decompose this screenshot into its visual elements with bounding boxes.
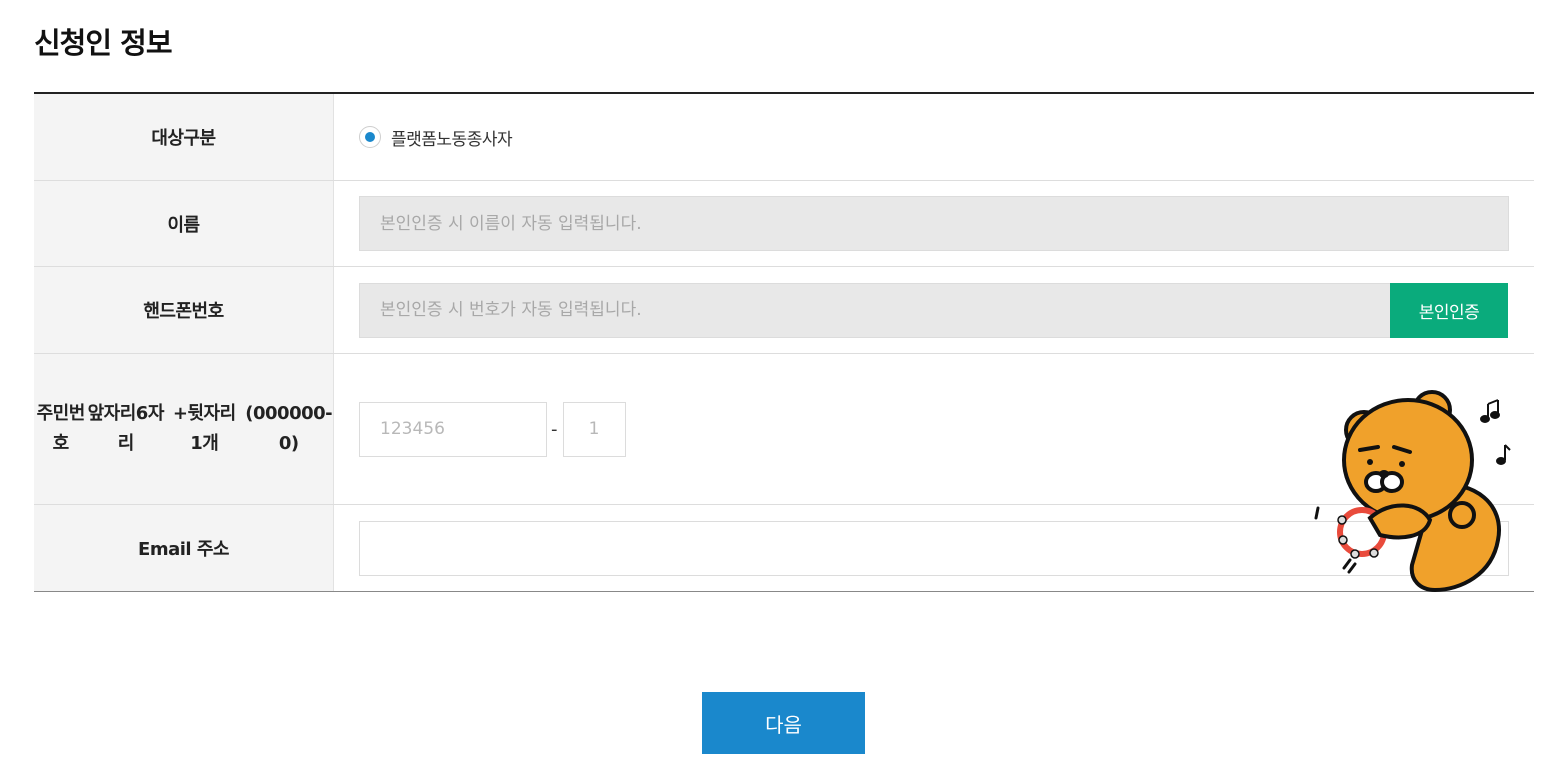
radio-button[interactable]: [359, 126, 381, 148]
row-target-type: 대상구분 플랫폼노동종사자: [34, 94, 1534, 181]
phone-label: 핸드폰번호: [34, 267, 334, 353]
email-label: Email 주소: [34, 505, 334, 591]
resident-number-label-line: (000000-0): [245, 403, 333, 454]
radio-selected-dot: [365, 132, 375, 142]
lion-mascot-tambourine-icon: [1314, 390, 1511, 593]
resident-number-label-line: +뒷자리 1개: [172, 403, 236, 454]
resident-number-group: -: [359, 401, 626, 457]
rrn-front-input[interactable]: [359, 401, 547, 457]
radio-option-label: 플랫폼노동종사자: [391, 129, 513, 150]
rrn-back-input[interactable]: [562, 401, 626, 457]
row-name: 이름: [34, 181, 1534, 267]
resident-number-label-line: 주민번호: [36, 403, 86, 454]
name-label: 이름: [34, 181, 334, 266]
page-title: 신청인 정보: [34, 26, 172, 60]
resident-number-label-line: 앞자리6자리: [87, 403, 165, 454]
name-input[interactable]: [359, 196, 1509, 251]
applicant-form-table: 대상구분 플랫폼노동종사자 이름 핸드폰번호 본인인증 주민번호 앞자: [34, 92, 1534, 592]
resident-number-label: 주민번호 앞자리6자리 +뒷자리 1개 (000000-0): [34, 354, 334, 504]
row-resident-number: 주민번호 앞자리6자리 +뒷자리 1개 (000000-0) -: [34, 354, 1534, 505]
target-type-label: 대상구분: [34, 94, 334, 180]
target-type-radio-option[interactable]: 플랫폼노동종사자: [359, 125, 513, 150]
phone-input[interactable]: [359, 282, 1390, 338]
verify-identity-button[interactable]: 본인인증: [1390, 282, 1508, 338]
phone-input-group: 본인인증: [359, 282, 1508, 338]
row-email: Email 주소: [34, 505, 1534, 591]
next-button[interactable]: 다음: [702, 692, 865, 754]
rrn-separator: -: [551, 418, 558, 440]
row-phone: 핸드폰번호 본인인증: [34, 267, 1534, 354]
